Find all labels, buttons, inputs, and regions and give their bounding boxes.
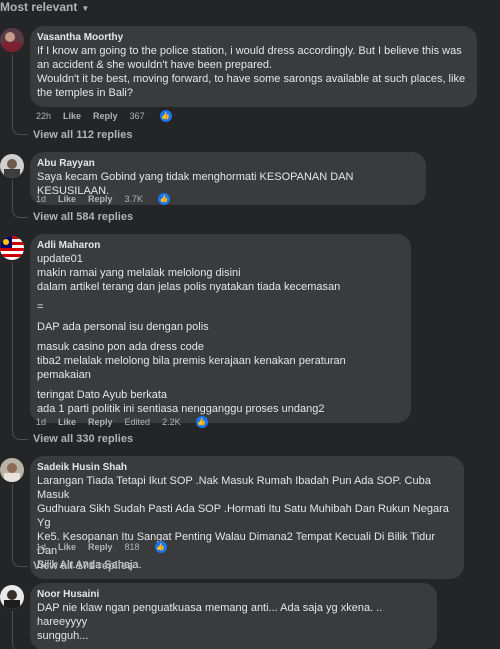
comment-actions: 1d Like Reply 3.7K 👍 (36, 193, 194, 205)
reaction-count[interactable]: 2.2K 👍 (162, 416, 220, 428)
caret-down-icon: ▼ (81, 3, 90, 13)
avatar[interactable] (0, 28, 24, 52)
thumbs-up-icon: 👍 (158, 193, 171, 205)
reaction-count[interactable]: 818 👍 (125, 541, 179, 553)
comment-bubble: Vasantha Moorthy If I know am going to t… (30, 26, 477, 107)
comment-time[interactable]: 1d (36, 542, 46, 552)
edited-label[interactable]: Edited (125, 417, 151, 427)
thread-line (12, 180, 28, 218)
reply-button[interactable]: Reply (88, 417, 113, 427)
sort-menu[interactable]: Most relevant ▼ (0, 0, 89, 14)
comment-actions: 22h Like Reply 367 👍 (36, 110, 196, 122)
reply-button[interactable]: Reply (88, 542, 113, 552)
thread-line (12, 611, 28, 649)
avatar[interactable] (0, 154, 24, 178)
comment-text: If I know am going to the police station… (37, 45, 466, 99)
comment-actions: 1d Like Reply Edited 2.2K 👍 (36, 416, 232, 428)
comment-text: DAP nie klaw ngan penguatkuasa memang an… (37, 602, 383, 642)
thumbs-up-icon: 👍 (159, 110, 172, 122)
avatar[interactable] (0, 585, 24, 609)
like-button[interactable]: Like (58, 417, 76, 427)
thumbs-up-icon: 👍 (154, 541, 167, 553)
comment-text: update01 makin ramai yang melalak melolo… (37, 253, 346, 415)
comment-author[interactable]: Adli Maharon (37, 239, 401, 252)
reaction-count[interactable]: 367 👍 (130, 110, 184, 122)
like-button[interactable]: Like (58, 194, 76, 204)
comment-bubble: Adli Maharon update01 makin ramai yang m… (30, 234, 411, 423)
view-replies-link[interactable]: View all 171 replies (33, 560, 133, 572)
view-replies-link[interactable]: View all 330 replies (33, 433, 133, 445)
comment-text: Larangan Tiada Tetapi Ikut SOP .Nak Masu… (37, 475, 449, 571)
sort-label: Most relevant (0, 0, 78, 14)
thread-line (12, 484, 28, 567)
avatar[interactable] (0, 236, 24, 260)
comment-bubble: Noor Husaini DAP nie klaw ngan penguatku… (30, 583, 437, 649)
like-button[interactable]: Like (58, 542, 76, 552)
reaction-count[interactable]: 3.7K 👍 (125, 193, 183, 205)
comment-author[interactable]: Noor Husaini (37, 588, 427, 601)
comment-actions: 1d Like Reply 818 👍 (36, 541, 191, 553)
thumbs-up-icon: 👍 (195, 416, 208, 428)
comment-author[interactable]: Sadeik Husin Shah (37, 461, 454, 474)
view-replies-link[interactable]: View all 584 replies (33, 211, 133, 223)
avatar[interactable] (0, 458, 24, 482)
reply-button[interactable]: Reply (93, 111, 118, 121)
thread-line (12, 54, 28, 135)
comment-author[interactable]: Abu Rayyan (37, 157, 416, 170)
comment-time[interactable]: 22h (36, 111, 51, 121)
like-button[interactable]: Like (63, 111, 81, 121)
comment-time[interactable]: 1d (36, 417, 46, 427)
view-replies-link[interactable]: View all 112 replies (33, 129, 132, 141)
comment-time[interactable]: 1d (36, 194, 46, 204)
thread-line (12, 262, 28, 440)
comment-author[interactable]: Vasantha Moorthy (37, 31, 467, 44)
reply-button[interactable]: Reply (88, 194, 113, 204)
